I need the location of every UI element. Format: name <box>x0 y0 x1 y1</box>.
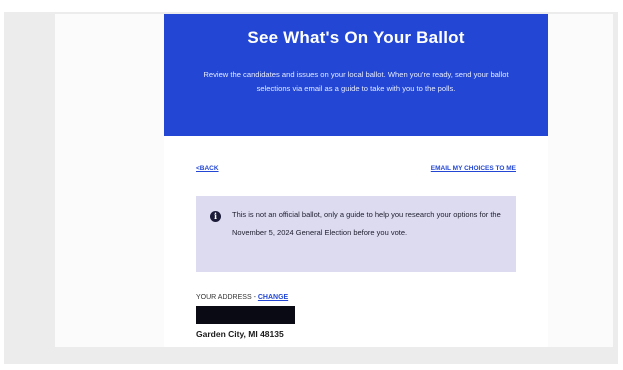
change-address-link[interactable]: CHANGE <box>258 294 288 301</box>
hero-description: Review the candidates and issues on your… <box>203 70 509 93</box>
address-city-line: Garden City, MI 48135 <box>196 329 284 339</box>
address-label-row: YOUR ADDRESS - CHANGE <box>196 294 288 301</box>
disclaimer-notice: i This is not an official ballot, only a… <box>196 196 516 272</box>
hero-banner: See What's On Your Ballot Review the can… <box>164 14 548 136</box>
address-label: YOUR ADDRESS - <box>196 294 258 301</box>
browser-viewport: See What's On Your Ballot Review the can… <box>4 12 618 364</box>
redacted-street-address <box>196 306 295 324</box>
page-background: See What's On Your Ballot Review the can… <box>55 14 613 347</box>
email-choices-link[interactable]: EMAIL MY CHOICES TO ME <box>431 165 516 172</box>
info-icon: i <box>210 211 221 222</box>
disclaimer-text: This is not an official ballot, only a g… <box>232 210 501 237</box>
action-row: <BACK EMAIL MY CHOICES TO ME <box>196 165 516 175</box>
page-title: See What's On Your Ballot <box>247 28 465 47</box>
ballot-card: See What's On Your Ballot Review the can… <box>164 14 548 347</box>
screenshot-frame: See What's On Your Ballot Review the can… <box>0 0 623 370</box>
back-link[interactable]: <BACK <box>196 165 219 172</box>
